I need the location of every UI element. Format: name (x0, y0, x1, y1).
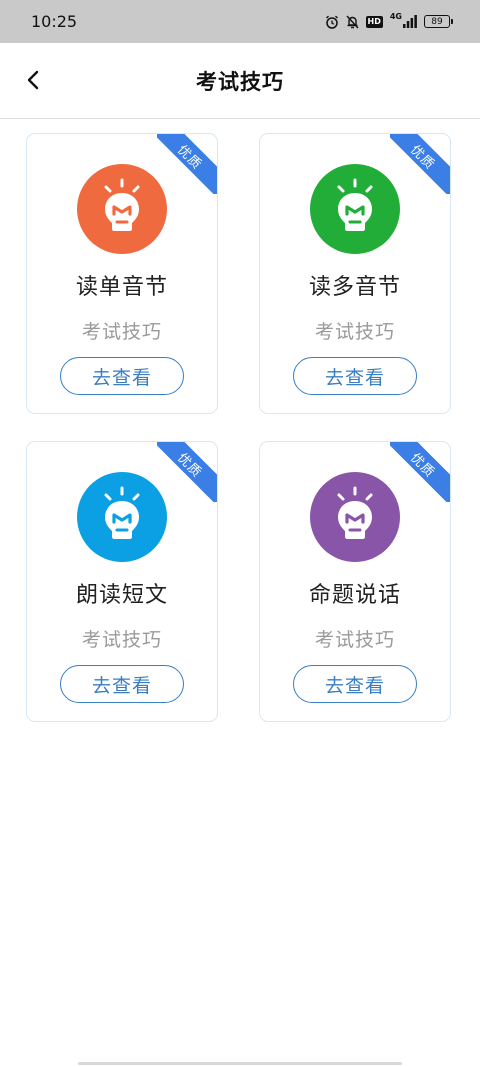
card-title: 命题说话 (308, 583, 401, 608)
card-subtitle: 考试技巧 (314, 321, 395, 343)
home-indicator[interactable] (78, 1062, 402, 1065)
lightbulb-icon (310, 164, 400, 254)
lightbulb-icon (310, 472, 400, 562)
status-time: 10:25 (31, 12, 78, 31)
quality-badge: 优质 (390, 442, 450, 502)
view-button[interactable]: 去查看 (293, 665, 417, 703)
view-button[interactable]: 去查看 (60, 357, 184, 395)
status-bar: 10:25 HD 4G 89 (0, 0, 480, 43)
card-title: 读多音节 (308, 275, 401, 300)
alarm-icon (325, 15, 339, 29)
card-subtitle: 考试技巧 (314, 629, 395, 651)
quality-badge: 优质 (157, 442, 217, 502)
page-title: 考试技巧 (196, 69, 284, 94)
network-label: 4G (389, 11, 402, 21)
view-button[interactable]: 去查看 (60, 665, 184, 703)
app-header: 考试技巧 (0, 43, 480, 119)
card-title: 朗读短文 (75, 583, 168, 608)
mute-bell-icon (345, 15, 359, 29)
tip-card[interactable]: 优质 朗读短文 考试技巧 去查看 (26, 441, 218, 722)
tip-card[interactable]: 优质 命题说话 考试技巧 去查看 (259, 441, 451, 722)
signal-icon: 4G (389, 11, 417, 28)
hd-badge: HD (365, 15, 383, 28)
card-subtitle: 考试技巧 (81, 321, 162, 343)
lightbulb-icon (77, 472, 167, 562)
tip-card[interactable]: 优质 读多音节 考试技巧 去查看 (259, 133, 451, 414)
card-subtitle: 考试技巧 (81, 629, 162, 651)
chevron-left-icon (27, 70, 39, 90)
tip-card[interactable]: 优质 读单音节 考试技巧 去查看 (26, 133, 218, 414)
quality-badge: 优质 (157, 134, 217, 194)
view-button[interactable]: 去查看 (293, 357, 417, 395)
battery-level: 89 (431, 16, 443, 27)
lightbulb-icon (77, 164, 167, 254)
quality-badge: 优质 (390, 134, 450, 194)
battery-icon: 89 (424, 15, 453, 28)
card-title: 读单音节 (75, 275, 168, 300)
back-button[interactable] (18, 65, 48, 95)
status-icons: HD 4G 89 (325, 11, 453, 29)
